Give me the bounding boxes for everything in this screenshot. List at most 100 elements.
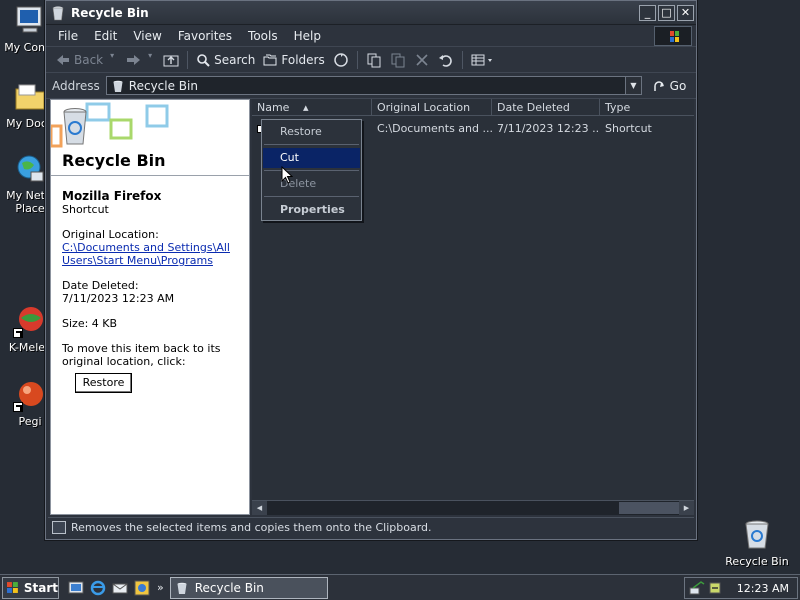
chevron-down-icon[interactable]: ▾ xyxy=(148,51,156,69)
context-menu-restore[interactable]: Restore xyxy=(262,122,361,142)
item-name: Mozilla Firefox xyxy=(62,189,162,203)
menu-edit[interactable]: Edit xyxy=(86,27,125,45)
menu-view[interactable]: View xyxy=(125,27,169,45)
go-button[interactable]: Go xyxy=(642,79,696,93)
column-header-type[interactable]: Type xyxy=(600,99,694,115)
menu-tools[interactable]: Tools xyxy=(240,27,286,45)
undo-icon[interactable] xyxy=(437,51,455,69)
address-value: Recycle Bin xyxy=(128,78,198,93)
folder-icon xyxy=(13,80,47,114)
menu-separator xyxy=(264,144,359,145)
status-monitor-icon xyxy=(52,521,66,534)
address-input[interactable]: Recycle Bin ▼ xyxy=(105,76,642,95)
minimize-button[interactable]: _ xyxy=(639,4,656,21)
row-location-cell: C:\Documents and ... xyxy=(377,122,492,135)
chevron-down-icon[interactable]: ▼ xyxy=(625,77,641,94)
desktop-icon-label: Recycle Bin xyxy=(725,555,789,568)
recycle-bin-icon xyxy=(177,582,187,594)
recycle-bin-window: Recycle Bin _ □ ✕ File Edit View Favorit… xyxy=(45,0,697,540)
scroll-right-icon[interactable]: ▶ xyxy=(679,501,694,515)
maximize-button[interactable]: □ xyxy=(658,4,675,21)
window-title: Recycle Bin xyxy=(71,5,149,20)
network-icon[interactable] xyxy=(689,580,705,596)
delete-icon[interactable] xyxy=(413,51,431,69)
back-button[interactable]: Back xyxy=(52,51,107,69)
folders-button[interactable]: Folders xyxy=(259,51,328,69)
sync-icon[interactable] xyxy=(332,51,350,69)
system-tray: 12:23 AM xyxy=(684,577,798,599)
address-bar: Address Recycle Bin ▼ Go xyxy=(46,73,696,99)
context-menu-cut[interactable]: Cut xyxy=(263,148,360,168)
start-button[interactable]: Start xyxy=(2,576,59,599)
safely-remove-hardware-icon[interactable] xyxy=(707,580,723,596)
quick-launch: » xyxy=(67,579,170,597)
up-folder-button[interactable] xyxy=(162,51,180,69)
chevron-down-icon[interactable]: ▾ xyxy=(110,51,118,69)
windows-logo-icon xyxy=(6,581,18,593)
item-type: Shortcut xyxy=(62,203,109,216)
close-button[interactable]: ✕ xyxy=(677,4,694,21)
row-type-cell: Shortcut xyxy=(605,122,652,135)
original-location-label: Original Location: xyxy=(62,228,159,241)
restore-hint: To move this item back to its original l… xyxy=(62,342,221,368)
original-location-link[interactable]: C:\Documents and Settings\All Users\Star… xyxy=(62,241,238,267)
sort-ascending-icon: ▴ xyxy=(302,101,309,114)
menu-separator xyxy=(264,196,359,197)
date-deleted-label: Date Deleted: xyxy=(62,279,139,292)
k-meleon-icon xyxy=(13,304,47,338)
clock: 12:23 AM xyxy=(736,581,789,595)
scroll-track[interactable] xyxy=(267,501,679,515)
quick-launch-more[interactable]: » xyxy=(157,581,164,594)
media-player-icon[interactable] xyxy=(133,579,151,597)
move-to-icon[interactable] xyxy=(365,51,383,69)
recycle-bin-banner-icon xyxy=(51,102,169,148)
show-desktop-icon[interactable] xyxy=(67,579,85,597)
taskbar: Start » Recycle Bin 12:23 AM xyxy=(0,574,800,600)
toolbar-separator xyxy=(187,50,189,69)
task-pane-header: Recycle Bin xyxy=(51,100,249,176)
task-pane-title: Recycle Bin xyxy=(62,151,166,170)
search-button[interactable]: Search xyxy=(192,51,259,69)
status-text: Removes the selected items and copies th… xyxy=(71,521,432,534)
copy-to-icon[interactable] xyxy=(389,51,407,69)
folders-icon xyxy=(263,53,277,67)
window-titlebar[interactable]: Recycle Bin _ □ ✕ xyxy=(46,1,696,25)
recycle-bin-icon xyxy=(52,6,64,20)
column-header-date-deleted[interactable]: Date Deleted xyxy=(492,99,600,115)
computer-icon xyxy=(13,4,47,38)
pegi-icon xyxy=(13,378,47,412)
recycle-bin-icon xyxy=(740,518,774,552)
item-size: Size: 4 KB xyxy=(62,317,118,330)
windows-logo-icon xyxy=(654,26,692,46)
network-globe-icon xyxy=(13,152,47,186)
outlook-express-icon[interactable] xyxy=(111,579,129,597)
menu-favorites[interactable]: Favorites xyxy=(170,27,240,45)
column-header-name[interactable]: Name ▴ xyxy=(252,99,372,115)
original-location-block: Original Location: C:\Documents and Sett… xyxy=(62,228,238,267)
mouse-cursor-icon xyxy=(281,166,293,184)
menu-separator xyxy=(264,170,359,171)
address-label: Address xyxy=(52,78,100,93)
context-menu-properties[interactable]: Properties xyxy=(262,200,361,220)
search-icon xyxy=(196,53,210,67)
date-deleted-block: Date Deleted: 7/11/2023 12:23 AM xyxy=(62,279,238,305)
taskbar-button-recycle-bin[interactable]: Recycle Bin xyxy=(169,576,328,599)
column-header-original-location[interactable]: Original Location xyxy=(372,99,492,115)
shortcut-arrow-icon xyxy=(13,402,23,412)
task-pane: Recycle Bin Mozilla Firefox Shortcut Ori… xyxy=(50,99,250,515)
column-headers: Name ▴ Original Location Date Deleted Ty… xyxy=(252,99,694,116)
scroll-left-icon[interactable]: ◀ xyxy=(252,501,267,515)
toolbar: Back ▾ ▾ Search Folders xyxy=(46,47,696,73)
internet-explorer-icon[interactable] xyxy=(89,579,107,597)
date-deleted-value: 7/11/2023 12:23 AM xyxy=(62,292,175,305)
desktop-icon-recycle-bin[interactable]: Recycle Bin xyxy=(719,518,795,568)
scroll-thumb[interactable] xyxy=(619,502,679,514)
row-date-cell: 7/11/2023 12:23 ... xyxy=(497,122,600,135)
views-icon[interactable] xyxy=(470,51,496,69)
menu-help[interactable]: Help xyxy=(286,27,329,45)
menu-file[interactable]: File xyxy=(50,27,86,45)
context-menu-delete[interactable]: Delete xyxy=(262,174,361,194)
horizontal-scrollbar[interactable]: ◀ ▶ xyxy=(252,500,694,515)
restore-button[interactable]: Restore xyxy=(75,373,132,393)
forward-button[interactable] xyxy=(124,51,142,69)
